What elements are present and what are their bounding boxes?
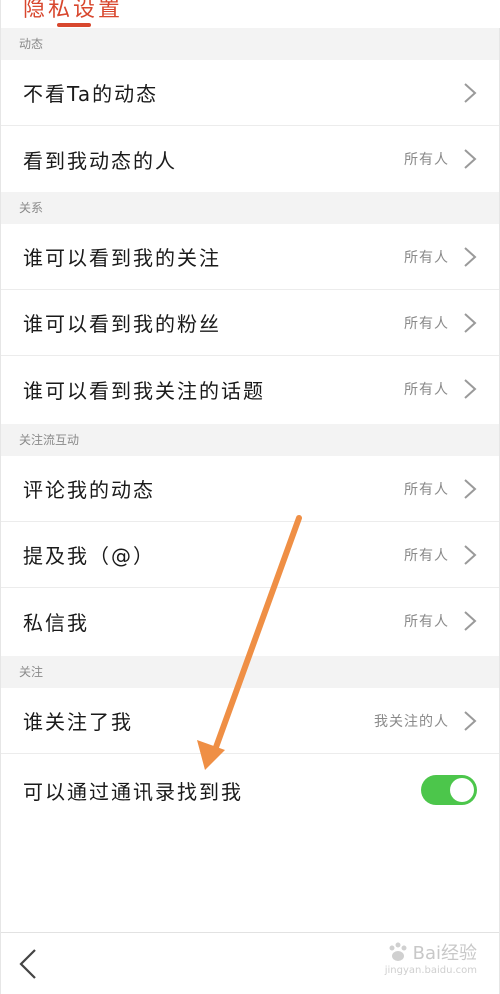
row-value: 我关注的人	[374, 713, 449, 730]
row-direct-message-me[interactable]: 私信我 所有人	[1, 588, 499, 654]
row-who-followed-me[interactable]: 谁关注了我 我关注的人	[1, 688, 499, 754]
chevron-right-icon	[463, 82, 477, 104]
chevron-right-icon	[463, 246, 477, 268]
row-mention-me[interactable]: 提及我（@） 所有人	[1, 522, 499, 588]
row-who-sees-my-fans[interactable]: 谁可以看到我的粉丝 所有人	[1, 290, 499, 356]
paw-icon	[389, 942, 407, 961]
row-find-me-by-contacts: 可以通过通讯录找到我	[1, 757, 499, 823]
watermark: Bai经验 jingyan.baidu.com	[385, 939, 477, 976]
row-label: 谁可以看到我关注的话题	[23, 378, 265, 403]
bottom-bar: Bai经验 jingyan.baidu.com	[1, 932, 499, 994]
row-label: 私信我	[23, 610, 89, 635]
privacy-settings-page: 隐私设置 动态 不看Ta的动态 看到我动态的人 所有人 关系 谁可以看到我的关注…	[0, 0, 500, 994]
row-label: 谁关注了我	[23, 710, 133, 734]
page-title: 隐私设置	[23, 0, 124, 22]
toggle-knob	[450, 778, 474, 802]
chevron-right-icon	[463, 148, 477, 170]
row-who-sees-my-topics[interactable]: 谁可以看到我关注的话题 所有人	[1, 356, 499, 422]
section-header-follow: 关注	[1, 656, 499, 688]
row-value: 所有人	[404, 315, 449, 332]
row-value: 所有人	[404, 481, 449, 498]
chevron-right-icon	[463, 710, 477, 732]
row-label: 不看Ta的动态	[23, 82, 159, 106]
chevron-right-icon	[463, 378, 477, 400]
row-hide-their-dynamic[interactable]: 不看Ta的动态	[1, 60, 499, 126]
section-header-dynamic: 动态	[1, 28, 499, 60]
row-value: 所有人	[404, 382, 449, 398]
header: 隐私设置	[1, 0, 500, 28]
watermark-text: Bai经验	[412, 943, 477, 964]
title-underline	[57, 23, 91, 27]
row-who-sees-my-dynamic[interactable]: 看到我动态的人 所有人	[1, 126, 499, 192]
contacts-discovery-toggle[interactable]	[421, 775, 477, 805]
row-label: 评论我的动态	[23, 478, 155, 502]
row-label: 谁可以看到我的粉丝	[23, 312, 221, 336]
row-label: 看到我动态的人	[23, 148, 177, 173]
row-comment-my-dynamic[interactable]: 评论我的动态 所有人	[1, 456, 499, 522]
chevron-left-icon	[19, 949, 36, 979]
chevron-right-icon	[463, 544, 477, 566]
back-button[interactable]	[15, 947, 45, 981]
row-label: 谁可以看到我的关注	[23, 246, 221, 270]
section-header-feed-interaction: 关注流互动	[1, 424, 499, 456]
section-header-relations: 关系	[1, 192, 499, 224]
row-value: 所有人	[404, 614, 449, 630]
row-value: 所有人	[404, 547, 449, 564]
row-value: 所有人	[404, 249, 449, 266]
row-who-sees-my-follows[interactable]: 谁可以看到我的关注 所有人	[1, 224, 499, 290]
row-label: 提及我（@）	[23, 544, 155, 568]
watermark-url: jingyan.baidu.com	[384, 965, 477, 976]
chevron-right-icon	[463, 610, 477, 632]
row-label: 可以通过通讯录找到我	[23, 779, 243, 804]
chevron-right-icon	[463, 312, 477, 334]
chevron-right-icon	[463, 478, 477, 500]
row-value: 所有人	[404, 152, 449, 168]
